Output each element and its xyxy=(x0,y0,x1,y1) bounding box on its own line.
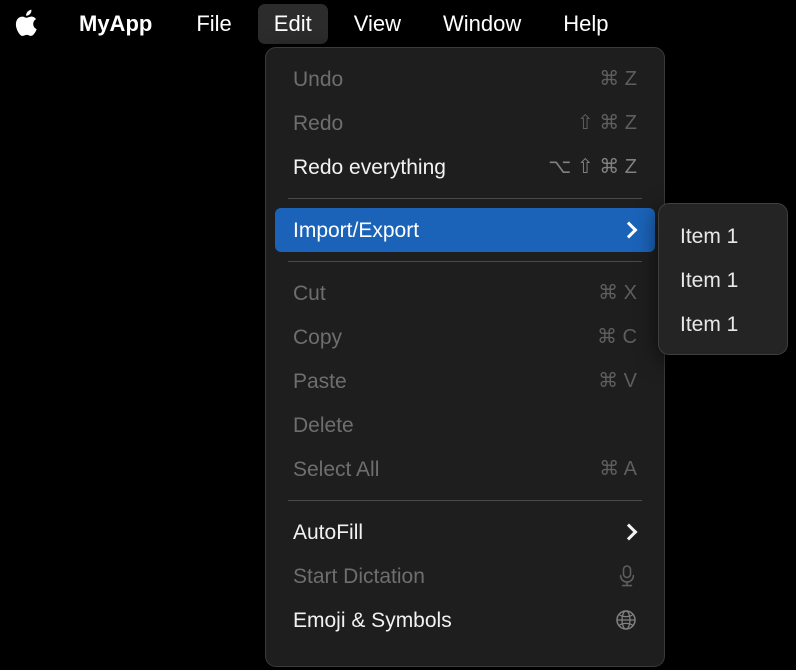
menu-item-label: Undo xyxy=(293,67,344,91)
menu-item-shortcut: ⌘ C xyxy=(597,326,637,348)
menu-item-redo-everything[interactable]: Redo everything ⌥ ⇧ ⌘ Z xyxy=(275,145,655,189)
menu-item-label: Start Dictation xyxy=(293,564,425,588)
menu-item-start-dictation[interactable]: Start Dictation xyxy=(275,554,655,598)
menu-item-label: Import/Export xyxy=(293,218,420,242)
submenu-item-label: Item 1 xyxy=(680,312,739,336)
menu-separator xyxy=(288,500,642,501)
menu-item-trailing xyxy=(615,609,637,631)
menubar-item-myapp[interactable]: MyApp xyxy=(65,4,166,44)
submenu-item[interactable]: Item 1 xyxy=(667,258,779,302)
menubar-item-label: View xyxy=(353,11,401,36)
menu-item-trailing xyxy=(620,523,638,541)
menu-item-paste[interactable]: Paste ⌘ V xyxy=(275,359,655,403)
menubar-item-file[interactable]: File xyxy=(180,4,247,44)
desktop-screen: MyApp File Edit View Window Help Undo ⌘ … xyxy=(0,0,796,670)
menu-item-label: Paste xyxy=(293,369,347,393)
submenu-item[interactable]: Item 1 xyxy=(667,302,779,346)
submenu-item-label: Item 1 xyxy=(680,224,739,248)
menubar-item-help[interactable]: Help xyxy=(547,4,624,44)
menu-item-trailing xyxy=(620,221,638,239)
menu-item-copy[interactable]: Copy ⌘ C xyxy=(275,315,655,359)
menubar-item-view[interactable]: View xyxy=(338,4,417,44)
menu-bar: MyApp File Edit View Window Help xyxy=(0,0,796,48)
menubar-item-label: Help xyxy=(563,11,609,36)
menu-item-shortcut: ⌘ A xyxy=(599,458,637,480)
apple-logo-icon[interactable] xyxy=(9,4,43,44)
menu-item-redo[interactable]: Redo ⇧ ⌘ Z xyxy=(275,101,655,145)
menu-item-undo[interactable]: Undo ⌘ Z xyxy=(275,57,655,101)
microphone-icon xyxy=(619,565,635,587)
menu-separator xyxy=(288,261,642,262)
menubar-item-label: Window xyxy=(443,11,522,36)
menu-item-trailing xyxy=(617,564,637,588)
chevron-right-icon xyxy=(620,221,638,239)
submenu-item[interactable]: Item 1 xyxy=(667,214,779,258)
menubar-item-edit[interactable]: Edit xyxy=(257,4,328,44)
menu-item-shortcut: ⇧ ⌘ Z xyxy=(576,112,637,134)
menu-item-shortcut: ⌘ X xyxy=(598,282,637,304)
menu-item-label: Copy xyxy=(293,325,343,349)
menubar-item-label: Edit xyxy=(273,11,312,36)
menu-item-emoji-symbols[interactable]: Emoji & Symbols xyxy=(275,598,655,642)
submenu-item-label: Item 1 xyxy=(680,268,739,292)
menu-item-label: Redo everything xyxy=(293,155,446,179)
menu-item-autofill[interactable]: AutoFill xyxy=(275,510,655,554)
menu-item-label: Delete xyxy=(293,413,354,437)
menubar-item-label: MyApp xyxy=(79,11,153,36)
menu-item-shortcut: ⌥ ⇧ ⌘ Z xyxy=(548,156,637,178)
globe-icon xyxy=(616,610,636,630)
menubar-item-label: File xyxy=(196,11,232,36)
menu-item-cut[interactable]: Cut ⌘ X xyxy=(275,271,655,315)
menu-item-select-all[interactable]: Select All ⌘ A xyxy=(275,447,655,491)
menu-item-label: AutoFill xyxy=(293,520,364,544)
edit-dropdown-menu: Undo ⌘ Z Redo ⇧ ⌘ Z Redo everything ⌥ ⇧ … xyxy=(265,47,665,667)
menu-item-label: Emoji & Symbols xyxy=(293,608,452,632)
menu-item-label: Select All xyxy=(293,457,380,481)
menu-item-shortcut: ⌘ Z xyxy=(599,68,637,90)
menu-item-label: Cut xyxy=(293,281,326,305)
chevron-right-icon xyxy=(620,523,638,541)
import-export-submenu: Item 1 Item 1 Item 1 xyxy=(658,203,788,355)
menu-item-delete[interactable]: Delete xyxy=(275,403,655,447)
menu-item-label: Redo xyxy=(293,111,344,135)
menu-item-shortcut: ⌘ V xyxy=(598,370,637,392)
menubar-item-window[interactable]: Window xyxy=(427,4,537,44)
menu-item-import-export[interactable]: Import/Export xyxy=(275,208,655,252)
menu-separator xyxy=(288,198,642,199)
